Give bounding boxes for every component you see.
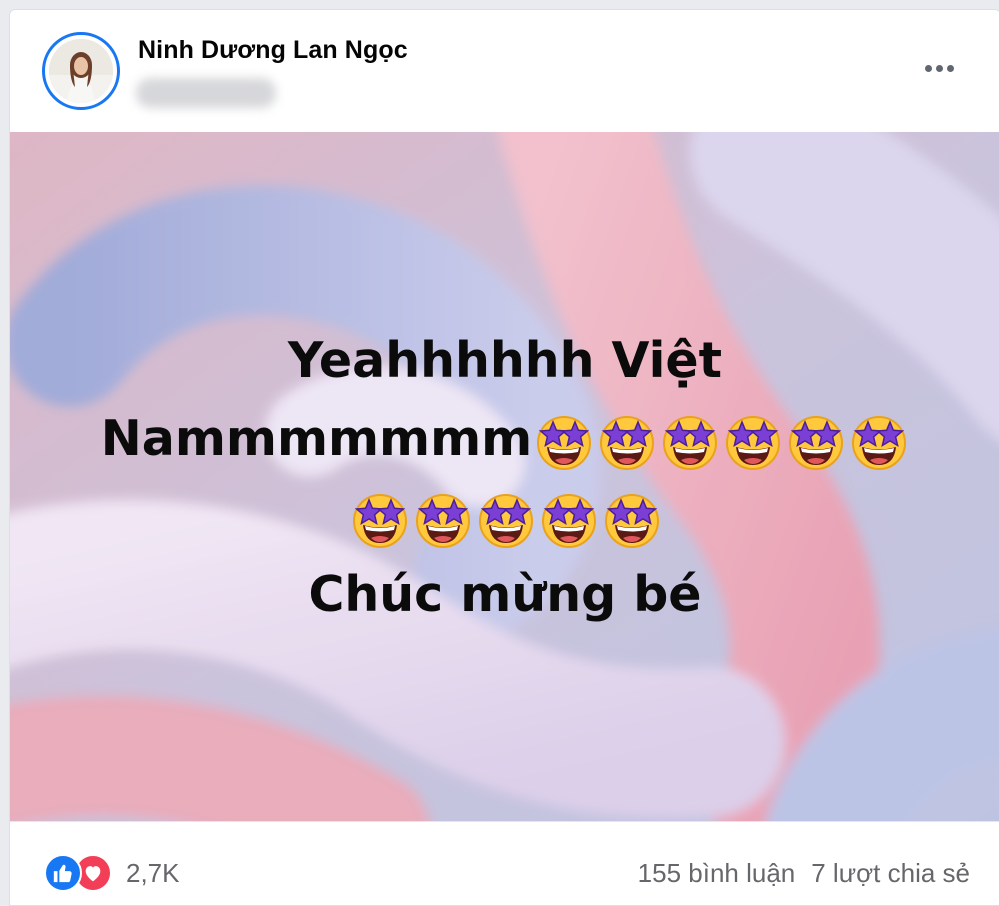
emoji-row xyxy=(534,412,909,472)
star-struck-emoji-icon xyxy=(786,412,846,472)
post-text: Yeahhhhhh Việt Nammmmmmm Chúc mừng bé xyxy=(10,322,999,634)
post-text-line xyxy=(10,478,999,556)
post-footer: 2,7K 155 bình luận 7 lượt chia sẻ xyxy=(10,821,999,905)
star-struck-emoji-icon xyxy=(723,412,783,472)
star-struck-emoji-icon xyxy=(476,490,536,550)
reaction-count: 2,7K xyxy=(126,857,180,888)
post-background-image[interactable]: Yeahhhhhh Việt Nammmmmmm Chúc mừng bé xyxy=(10,132,999,821)
comment-count-link[interactable]: 155 bình luận xyxy=(638,858,796,888)
post-text-line: Chúc mừng bé xyxy=(308,566,702,623)
post-text-line: Yeahhhhhh Việt xyxy=(287,332,723,389)
facebook-post-card: Ninh Dương Lan Ngọc Yeahhhhhh Việt Nammm… xyxy=(9,9,999,906)
star-struck-emoji-icon xyxy=(602,490,662,550)
star-struck-emoji-icon xyxy=(350,490,410,550)
reactions-summary[interactable]: 2,7K xyxy=(44,854,180,892)
post-header: Ninh Dương Lan Ngọc xyxy=(10,10,999,132)
author-avatar[interactable] xyxy=(42,32,120,110)
star-struck-emoji-icon xyxy=(534,412,594,472)
star-struck-emoji-icon xyxy=(413,490,473,550)
emoji-row xyxy=(350,490,662,550)
post-text-word: Nammmmmmm xyxy=(100,410,533,467)
share-count-link[interactable]: 7 lượt chia sẻ xyxy=(811,858,970,888)
more-horizontal-icon xyxy=(946,64,954,72)
engagement-stats: 155 bình luận 7 lượt chia sẻ xyxy=(638,858,970,889)
post-text-line: Nammmmmmm xyxy=(10,400,999,478)
avatar-photo-icon xyxy=(49,39,113,103)
star-struck-emoji-icon xyxy=(849,412,909,472)
post-meta-blurred xyxy=(136,78,276,108)
star-struck-emoji-icon xyxy=(597,412,657,472)
more-horizontal-icon xyxy=(935,64,943,72)
more-horizontal-icon xyxy=(924,64,932,72)
more-options-button[interactable] xyxy=(914,54,964,82)
avatar-photo xyxy=(49,39,113,103)
star-struck-emoji-icon xyxy=(660,412,720,472)
star-struck-emoji-icon xyxy=(539,490,599,550)
author-name[interactable]: Ninh Dương Lan Ngọc xyxy=(138,36,408,65)
like-icon xyxy=(44,854,82,892)
